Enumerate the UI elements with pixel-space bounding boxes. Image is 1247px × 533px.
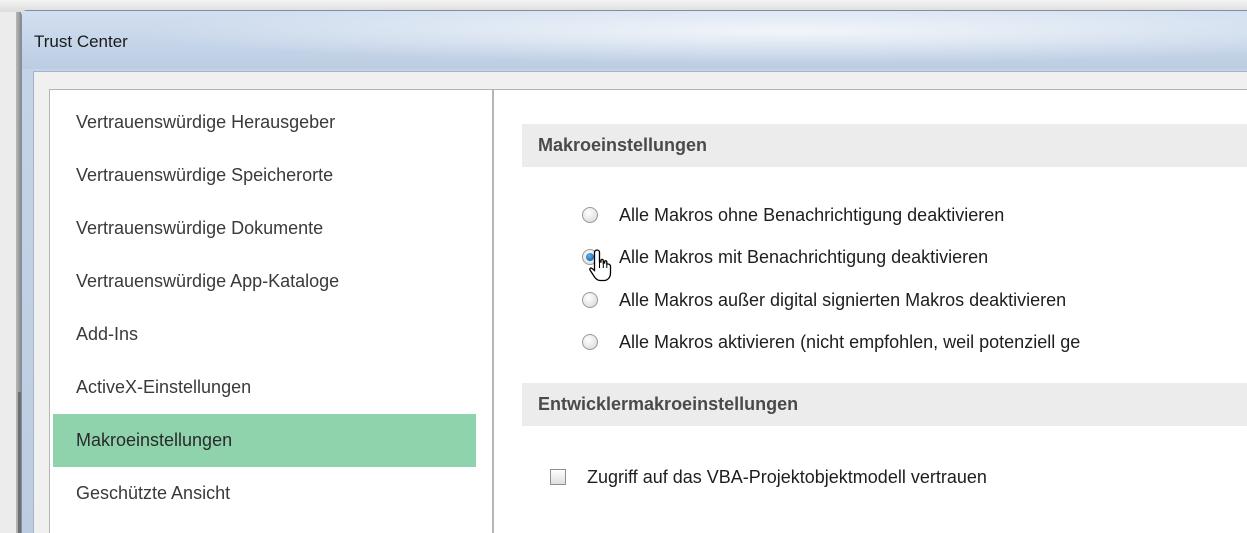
dialog-titlebar[interactable]: Trust Center xyxy=(22,11,1247,69)
nav-item-activex-settings[interactable]: ActiveX-Einstellungen xyxy=(53,361,476,414)
radio-button[interactable] xyxy=(582,207,598,223)
radio-button[interactable] xyxy=(582,334,598,350)
nav-item-label: Vertrauenswürdige Herausgeber xyxy=(76,112,336,132)
category-list: Vertrauenswürdige Herausgeber Vertrauens… xyxy=(49,89,493,533)
radio-label: Alle Makros aktivieren (nicht empfohlen,… xyxy=(619,331,1081,352)
nav-item-trusted-locations[interactable]: Vertrauenswürdige Speicherorte xyxy=(53,149,476,202)
screen: Trust Center Vertrauenswürdige Herausgeb… xyxy=(0,0,1247,533)
radio-option-disable-without-notification[interactable]: Alle Makros ohne Benachrichtigung deakti… xyxy=(582,201,1004,229)
nav-item-label: Geschützte Ansicht xyxy=(76,483,231,503)
radio-option-enable-all[interactable]: Alle Makros aktivieren (nicht empfohlen,… xyxy=(582,328,1080,356)
nav-item-label: Makroeinstellungen xyxy=(76,430,233,450)
radio-button[interactable] xyxy=(582,292,598,308)
settings-panel: Makroeinstellungen Alle Makros ohne Bena… xyxy=(493,89,1247,533)
dialog-title: Trust Center xyxy=(34,32,128,51)
nav-item-label: Vertrauenswürdige Dokumente xyxy=(76,218,324,238)
nav-item-protected-view[interactable]: Geschützte Ansicht xyxy=(53,467,476,520)
nav-item-trusted-documents[interactable]: Vertrauenswürdige Dokumente xyxy=(53,202,476,255)
checkbox-label: Zugriff auf das VBA-Projektobjektmodell … xyxy=(587,466,987,487)
trust-center-dialog: Trust Center Vertrauenswürdige Herausgeb… xyxy=(21,10,1247,533)
nav-item-macro-settings[interactable]: Makroeinstellungen xyxy=(53,414,476,467)
vba-trust-checkbox-row[interactable]: Zugriff auf das VBA-Projektobjektmodell … xyxy=(550,463,987,491)
radio-option-disable-with-notification[interactable]: Alle Makros mit Benachrichtigung deaktiv… xyxy=(582,243,988,271)
radio-label: Alle Makros ohne Benachrichtigung deakti… xyxy=(619,204,1005,225)
macro-settings-header: Makroeinstellungen xyxy=(522,124,1247,167)
nav-item-label: Vertrauenswürdige Speicherorte xyxy=(76,165,334,185)
nav-item-label: ActiveX-Einstellungen xyxy=(76,377,252,397)
nav-item-label: Vertrauenswürdige App-Kataloge xyxy=(76,271,340,291)
nav-item-trusted-app-catalogs[interactable]: Vertrauenswürdige App-Kataloge xyxy=(53,255,476,308)
radio-label: Alle Makros außer digital signierten Mak… xyxy=(619,289,1067,310)
nav-item-label: Add-Ins xyxy=(76,324,139,344)
radio-button-selected[interactable] xyxy=(582,249,598,265)
nav-item-trusted-publishers[interactable]: Vertrauenswürdige Herausgeber xyxy=(53,96,476,149)
developer-settings-header: Entwicklermakroeinstellungen xyxy=(522,383,1247,426)
nav-item-add-ins[interactable]: Add-Ins xyxy=(53,308,476,361)
radio-option-disable-except-signed[interactable]: Alle Makros außer digital signierten Mak… xyxy=(582,286,1066,314)
dialog-body: Vertrauenswürdige Herausgeber Vertrauens… xyxy=(33,71,1247,533)
vba-trust-checkbox[interactable] xyxy=(550,469,566,485)
radio-label: Alle Makros mit Benachrichtigung deaktiv… xyxy=(619,246,989,267)
